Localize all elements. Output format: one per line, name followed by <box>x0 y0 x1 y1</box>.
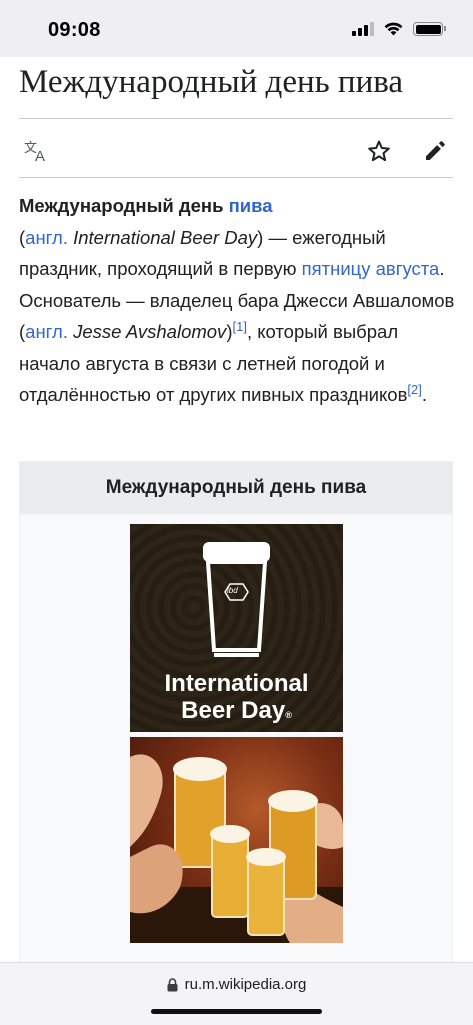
browser-address-bar[interactable]: ru.m.wikipedia.org <box>0 962 473 1025</box>
url-display[interactable]: ru.m.wikipedia.org <box>0 976 473 993</box>
svg-text:A: A <box>35 148 45 163</box>
battery-icon <box>413 22 446 36</box>
reference-1-link[interactable]: [1] <box>232 319 246 334</box>
link-first-friday-august[interactable]: пятницу августа <box>302 258 440 279</box>
page-actions-toolbar: 文 A <box>19 130 453 172</box>
beer-mugs-illustration <box>130 754 343 943</box>
edit-icon[interactable] <box>420 136 450 166</box>
intro-text: . <box>421 384 428 405</box>
star-icon[interactable] <box>364 136 394 166</box>
status-time: 09:08 <box>48 19 101 41</box>
reference-2-link[interactable]: [2] <box>407 382 421 397</box>
link-english[interactable]: англ. <box>25 321 68 342</box>
status-icons <box>352 22 446 36</box>
intro-english-name: International Beer Day <box>67 226 258 248</box>
link-english[interactable]: англ. <box>25 227 68 248</box>
home-indicator[interactable] <box>151 1009 322 1014</box>
url-text: ru.m.wikipedia.org <box>184 976 307 993</box>
toolbar-divider <box>19 177 453 178</box>
cellular-signal-icon <box>352 22 374 36</box>
logo-badge: ibd <box>227 586 238 595</box>
logo-line-2-text: Beer Day <box>181 697 286 724</box>
status-bar: 09:08 <box>0 0 473 57</box>
wifi-icon <box>384 22 403 36</box>
intro-founder-name: Jesse Avshalomov <box>67 321 227 342</box>
link-beer[interactable]: пива <box>229 195 273 216</box>
logo-line-1: International <box>164 670 309 697</box>
infobox: Международный день пива ibd Internationa… <box>19 461 453 981</box>
page-title: Международный день пива <box>19 64 404 100</box>
lock-icon <box>167 977 178 991</box>
logo-registered-mark: ® <box>285 710 292 720</box>
beer-mugs-photo[interactable] <box>130 737 343 943</box>
translate-icon[interactable]: 文 A <box>22 136 52 166</box>
title-divider <box>19 118 453 119</box>
logo-line-2: Beer Day® <box>130 697 343 729</box>
article-intro: Международный день пива (англ. Internatio… <box>19 190 455 411</box>
infobox-caption: Международный день пива <box>20 462 452 514</box>
intro-bold-title: Международный день <box>19 195 229 216</box>
international-beer-day-logo[interactable]: ibd International Beer Day® <box>130 524 343 732</box>
